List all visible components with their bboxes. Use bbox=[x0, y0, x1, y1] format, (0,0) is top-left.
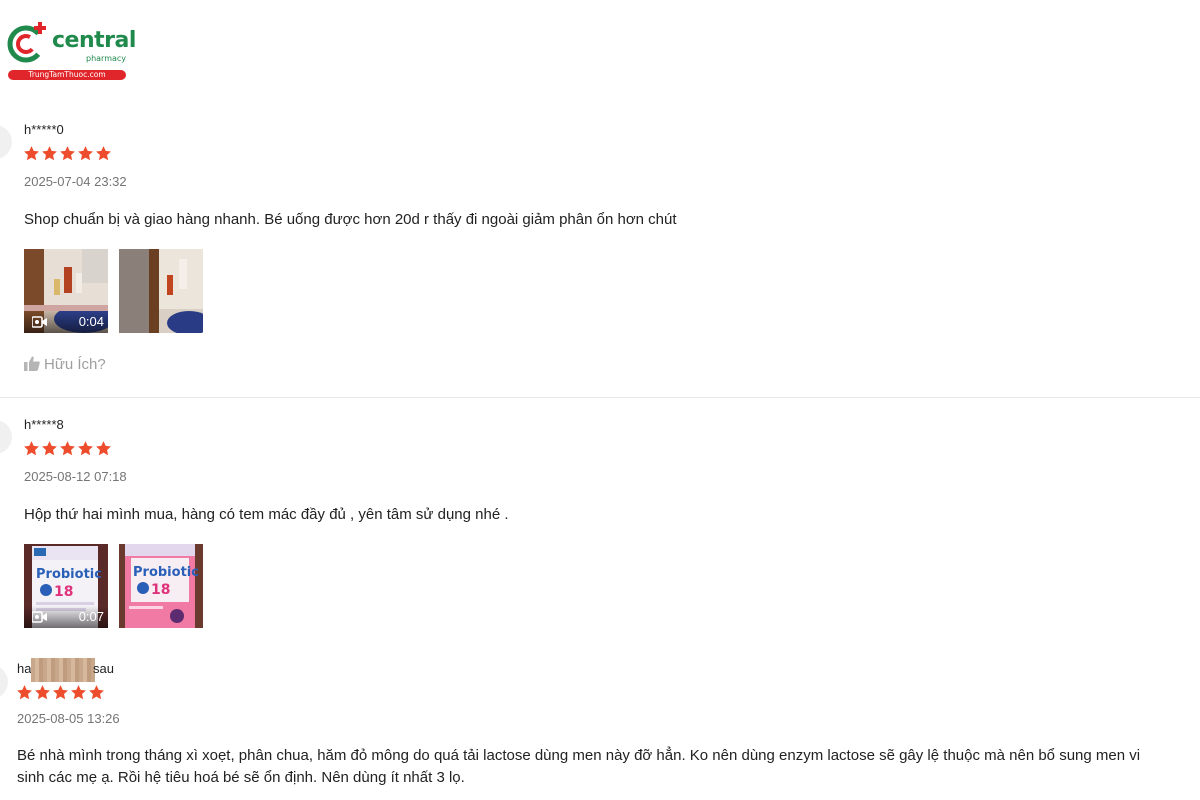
logo-brand-text: central bbox=[52, 28, 136, 53]
star-icon bbox=[60, 146, 75, 161]
review-date: 2025-07-04 23:32 bbox=[24, 174, 127, 189]
product-box-image: Probiotic 18 bbox=[119, 544, 203, 628]
product-name-text: Probiotic bbox=[133, 565, 199, 580]
reviewer-name-prefix: ha bbox=[17, 661, 32, 676]
logo-sub-text: pharmacy bbox=[86, 54, 127, 63]
star-rating bbox=[16, 684, 106, 704]
star-icon bbox=[24, 441, 39, 456]
product-number-text: 18 bbox=[54, 584, 73, 600]
review-comment-line-2: sinh các mẹ ạ. Rồi hệ tiêu hoá bé sẽ ổn … bbox=[17, 769, 465, 786]
review-divider bbox=[0, 397, 1200, 398]
thumbs-up-icon bbox=[24, 356, 40, 371]
star-rating bbox=[23, 145, 113, 165]
helpful-label: Hữu Ích? bbox=[44, 356, 106, 373]
reviews-page: central pharmacy TrungTamThuoc.com h****… bbox=[0, 0, 1200, 800]
review-video-thumbnail[interactable]: Probiotic 18 0:07 bbox=[24, 544, 108, 628]
logo-mark-icon bbox=[7, 22, 46, 63]
product-number-text: 18 bbox=[151, 582, 170, 598]
star-icon bbox=[42, 441, 57, 456]
star-icon bbox=[71, 685, 86, 700]
star-icon bbox=[53, 685, 68, 700]
logo-tagline: TrungTamThuoc.com bbox=[8, 70, 126, 80]
reviewer-name: h*****8 bbox=[24, 417, 64, 432]
video-camera-icon bbox=[32, 611, 47, 623]
star-icon bbox=[96, 146, 111, 161]
review-date: 2025-08-05 13:26 bbox=[17, 711, 120, 726]
helpful-button[interactable]: Hữu Ích? bbox=[24, 356, 106, 373]
review-comment: Hộp thứ hai mình mua, hàng có tem mác đầ… bbox=[24, 506, 509, 523]
star-icon bbox=[78, 146, 93, 161]
video-duration: 0:07 bbox=[78, 609, 104, 624]
avatar bbox=[0, 665, 8, 699]
review-image-thumbnail[interactable]: Probiotic 18 bbox=[119, 544, 203, 628]
star-icon bbox=[24, 146, 39, 161]
reviewer-name: ha bbox=[17, 661, 31, 676]
review-comment: Shop chuẩn bị và giao hàng nhanh. Bé uốn… bbox=[24, 211, 677, 228]
star-icon bbox=[96, 441, 111, 456]
review-date: 2025-08-12 07:18 bbox=[24, 469, 127, 484]
redacted-name-mask bbox=[31, 658, 95, 682]
video-camera-icon bbox=[32, 316, 47, 328]
star-rating bbox=[23, 440, 113, 460]
reviewer-name: h*****0 bbox=[24, 122, 64, 137]
star-icon bbox=[17, 685, 32, 700]
review-image-thumbnail[interactable] bbox=[119, 249, 203, 333]
star-icon bbox=[89, 685, 104, 700]
review-photo-image bbox=[119, 249, 203, 333]
central-pharmacy-logo[interactable]: central pharmacy TrungTamThuoc.com bbox=[6, 22, 136, 82]
avatar bbox=[0, 420, 12, 454]
review-comment-line-1: Bé nhà mình trong tháng xì xoẹt, phân ch… bbox=[17, 747, 1141, 764]
star-icon bbox=[78, 441, 93, 456]
star-icon bbox=[42, 146, 57, 161]
video-duration: 0:04 bbox=[78, 314, 104, 329]
product-name-text: Probiotic bbox=[36, 567, 102, 582]
star-icon bbox=[35, 685, 50, 700]
star-icon bbox=[60, 441, 75, 456]
avatar bbox=[0, 125, 12, 159]
review-video-thumbnail[interactable]: 0:04 bbox=[24, 249, 108, 333]
reviewer-name-suffix: sau bbox=[93, 661, 114, 676]
